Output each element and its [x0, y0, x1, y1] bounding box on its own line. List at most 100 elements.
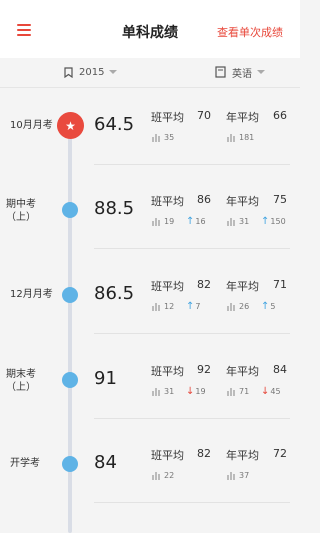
- arrow-up-icon: ↑: [186, 301, 195, 312]
- class-rank-value: 19: [164, 217, 175, 226]
- rank-bars-icon: [227, 471, 235, 480]
- grade-average-label: 年平均: [226, 195, 259, 208]
- class-average: 班平均 82: [151, 447, 213, 463]
- chevron-down-icon: [257, 70, 265, 74]
- exam-score: 91: [94, 368, 117, 389]
- class-rank-change: ↓ 19: [186, 386, 206, 397]
- grade-rank-change: ↓ 45: [261, 386, 281, 397]
- class-rank-value: 35: [164, 133, 175, 142]
- timeline-dot: [62, 202, 78, 218]
- grade-average-label: 年平均: [226, 111, 259, 124]
- rank-bars-icon: [227, 217, 235, 226]
- chevron-down-icon: [109, 70, 118, 74]
- class-average-label: 班平均: [151, 449, 184, 462]
- class-average: 班平均 92: [151, 363, 213, 379]
- grade-rank: 26: [227, 302, 249, 311]
- rank-bars-icon: [227, 302, 235, 311]
- class-rank-change-value: 7: [195, 302, 201, 311]
- filter-bar: 2015 英语: [0, 58, 300, 88]
- row-divider: [94, 333, 290, 334]
- grade-rank-value: 37: [239, 471, 250, 480]
- view-single-exam-link[interactable]: 查看单次成绩: [217, 24, 283, 40]
- exam-row[interactable]: 10月月考 ★ 64.5 班平均 70 年平均 66 35 181: [0, 109, 300, 196]
- grade-average-value: 84: [273, 363, 287, 376]
- bookmark-icon: [64, 66, 73, 78]
- class-rank: 22: [152, 471, 174, 480]
- rank-bars-icon: [152, 217, 160, 226]
- class-average-value: 92: [197, 363, 211, 376]
- exam-name: 期末考 （上）: [6, 369, 36, 393]
- grade-average-label: 年平均: [226, 280, 259, 293]
- class-average-label: 班平均: [151, 111, 184, 124]
- rank-bars-icon: [152, 302, 160, 311]
- grade-average-value: 71: [273, 278, 287, 291]
- class-average-value: 86: [197, 193, 211, 206]
- grade-average-label: 年平均: [226, 365, 259, 378]
- rank-bars-icon: [227, 133, 235, 142]
- grade-rank: 71: [227, 387, 249, 396]
- class-rank-value: 22: [164, 471, 175, 480]
- exam-row[interactable]: 12月月考 86.5 班平均 82 年平均 71 12 ↑ 7 26 ↑ 5: [0, 278, 300, 365]
- subject-filter[interactable]: 英语: [215, 58, 265, 86]
- exam-row[interactable]: 开学考 84 班平均 82 年平均 72 22 37: [0, 447, 300, 533]
- arrow-up-icon: ↑: [186, 216, 195, 227]
- rank-bars-icon: [152, 133, 160, 142]
- exam-score: 86.5: [94, 283, 135, 304]
- grade-average: 年平均 66: [226, 109, 290, 125]
- exam-name: 期中考 （上）: [6, 199, 36, 223]
- class-average: 班平均 82: [151, 278, 213, 294]
- class-rank-value: 31: [164, 387, 175, 396]
- grade-rank-change-value: 150: [270, 217, 286, 226]
- grade-rank-change: ↑ 5: [261, 301, 275, 312]
- class-rank: 31: [152, 387, 174, 396]
- grade-average: 年平均 72: [226, 447, 290, 463]
- class-average-label: 班平均: [151, 195, 184, 208]
- exam-row[interactable]: 期末考 （上） 91 班平均 92 年平均 84 31 ↓ 19 71 ↓ 45: [0, 363, 300, 450]
- rank-bars-icon: [152, 471, 160, 480]
- grade-average-value: 66: [273, 109, 287, 122]
- grade-rank-change-value: 45: [270, 387, 281, 396]
- row-divider: [94, 248, 290, 249]
- class-rank-change: ↑ 16: [186, 216, 206, 227]
- class-rank-change-value: 16: [195, 217, 206, 226]
- grade-rank-value: 181: [239, 133, 255, 142]
- timeline-dot: [62, 287, 78, 303]
- class-rank-change: ↑ 7: [186, 301, 200, 312]
- grade-average: 年平均 75: [226, 193, 290, 209]
- exam-score: 88.5: [94, 198, 135, 219]
- grade-average: 年平均 71: [226, 278, 290, 294]
- exam-name: 开学考: [10, 458, 40, 469]
- book-icon: [215, 66, 226, 78]
- exam-row[interactable]: 期中考 （上） 88.5 班平均 86 年平均 75 19 ↑ 16 31 ↑ 150: [0, 193, 300, 280]
- top-bar: 单科成绩 查看单次成绩: [0, 0, 300, 58]
- row-divider: [94, 502, 290, 503]
- arrow-down-icon: ↓: [186, 386, 195, 397]
- exam-score: 64.5: [94, 114, 135, 135]
- year-filter[interactable]: 2015: [64, 58, 118, 86]
- grade-average-value: 75: [273, 193, 287, 206]
- row-divider: [94, 164, 290, 165]
- grade-rank-value: 26: [239, 302, 250, 311]
- grade-average: 年平均 84: [226, 363, 290, 379]
- exam-name: 10月月考: [10, 120, 53, 131]
- class-average-value: 70: [197, 109, 211, 122]
- grade-rank: 37: [227, 471, 249, 480]
- class-average-label: 班平均: [151, 280, 184, 293]
- timeline-dot: [62, 456, 78, 472]
- class-average: 班平均 86: [151, 193, 213, 209]
- class-rank-value: 12: [164, 302, 175, 311]
- grade-rank-change: ↑ 150: [261, 216, 286, 227]
- grade-rank-value: 71: [239, 387, 250, 396]
- class-rank: 35: [152, 133, 174, 142]
- rank-bars-icon: [152, 387, 160, 396]
- year-filter-value: 2015: [79, 66, 105, 78]
- class-rank: 12: [152, 302, 174, 311]
- current-exam-star-icon: ★: [57, 112, 84, 139]
- grade-average-label: 年平均: [226, 449, 259, 462]
- arrow-up-icon: ↑: [261, 301, 270, 312]
- exam-name: 12月月考: [10, 289, 53, 300]
- class-average-value: 82: [197, 447, 211, 460]
- class-rank: 19: [152, 217, 174, 226]
- rank-bars-icon: [227, 387, 235, 396]
- class-average-value: 82: [197, 278, 211, 291]
